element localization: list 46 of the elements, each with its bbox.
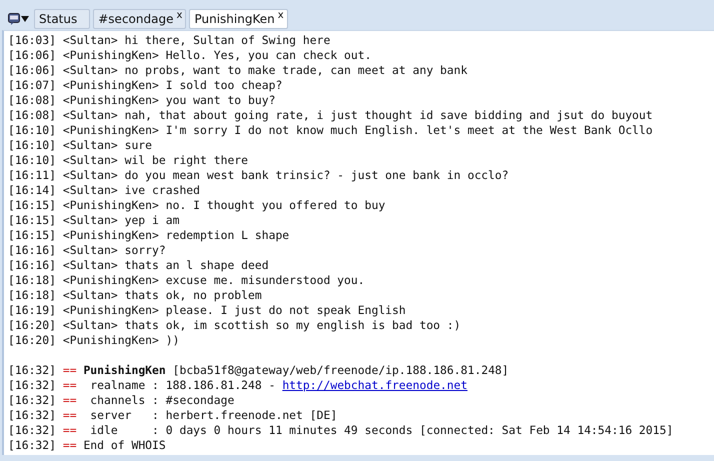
chat-message: [16:10] <Sultan> wil be right there [8, 153, 250, 168]
chat-message: [16:06] <PunishingKen> Hello. Yes, you can check out. [8, 48, 372, 63]
whois-marker: == [62, 363, 77, 377]
chat-message: [16:20] <PunishingKen> )) [8, 333, 180, 348]
tab[interactable]: Status [34, 9, 90, 29]
chat-message: [16:14] <Sultan> ive crashed [8, 183, 202, 198]
chat-icon [8, 13, 20, 25]
whois-text: server : herbert.freenode.net [DE] [89, 408, 338, 422]
whois-text: idle : 0 days 0 hours 11 minutes 49 seconds [connected: Sat Feb 14 14:54:16 2015] [89, 423, 674, 437]
whois-marker: == [62, 408, 77, 422]
timestamp: [16:32] [8, 423, 56, 437]
timestamp: [16:32] [8, 393, 56, 407]
chat-message: [16:16] <Sultan> sorry? [8, 243, 167, 258]
whois-marker: == [62, 423, 77, 437]
whois-text: realname : 188.186.81.248 - [89, 378, 276, 392]
chat-message: [16:20] <Sultan> thats ok, im scottish so my english is bad too :) [8, 318, 462, 333]
chat-message: [16:10] <Sultan> sure [8, 138, 154, 153]
dropdown-arrow-icon [21, 15, 29, 23]
whois-marker: == [62, 438, 77, 452]
chat-message: [16:07] <PunishingKen> I sold too cheap? [8, 78, 284, 93]
timestamp: [16:32] [8, 438, 56, 452]
chat-message: [16:03] <Sultan> hi there, Sultan of Swing here [8, 33, 332, 48]
chat-message: [16:15] <Sultan> yep i am [8, 213, 180, 228]
irc-menu-button[interactable] [6, 13, 31, 25]
chat-message: [16:08] <PunishingKen> you want to buy? [8, 93, 276, 108]
whois-text: PunishingKen [bcba51f8@gateway/web/freenode/ip.188.186.81.248] [83, 363, 509, 377]
chat-message: [16:10] <PunishingKen> I'm sorry I do not know much English. let's meet at the West Bank Ocllo [8, 123, 654, 138]
whois-marker: == [62, 393, 77, 407]
chat-message: [16:18] <PunishingKen> excuse me. misunderstood you. [8, 273, 366, 288]
chat-message: [16:08] <Sultan> nah, that about going rate, i just thought id save bidding and jsut do buyout [8, 108, 654, 123]
whois-marker: == [62, 378, 77, 392]
tab[interactable]: PunishingKen $^{x}$ [189, 9, 288, 29]
timestamp: [16:32] [8, 378, 56, 392]
chat-message: [16:15] <PunishingKen> no. I thought you offered to buy [8, 198, 386, 213]
chat-message: [16:06] <Sultan> no probs, want to make trade, can meet at any bank [8, 63, 468, 78]
chat-message: [16:16] <Sultan> thats an l shape deed [8, 258, 270, 273]
tab[interactable]: #secondage $^{x}$ [93, 9, 186, 29]
whois-text: channels : #secondage [89, 393, 234, 407]
whois-text: End of WHOIS [83, 438, 166, 452]
chat-message: [16:18] <Sultan> thats ok, no problem [8, 288, 263, 303]
chat-message: [16:19] <PunishingKen> please. I just do not speak English [8, 303, 407, 318]
timestamp: [16:32] [8, 363, 56, 377]
timestamp: [16:32] [8, 408, 56, 422]
link[interactable]: http://webchat.freenode.net [282, 378, 468, 392]
chat-message: [16:15] <PunishingKen> redemption L shape [8, 228, 290, 243]
chat-message: [16:11] <Sultan> do you mean west bank trinsic? - just one bank in occlo? [8, 168, 510, 183]
